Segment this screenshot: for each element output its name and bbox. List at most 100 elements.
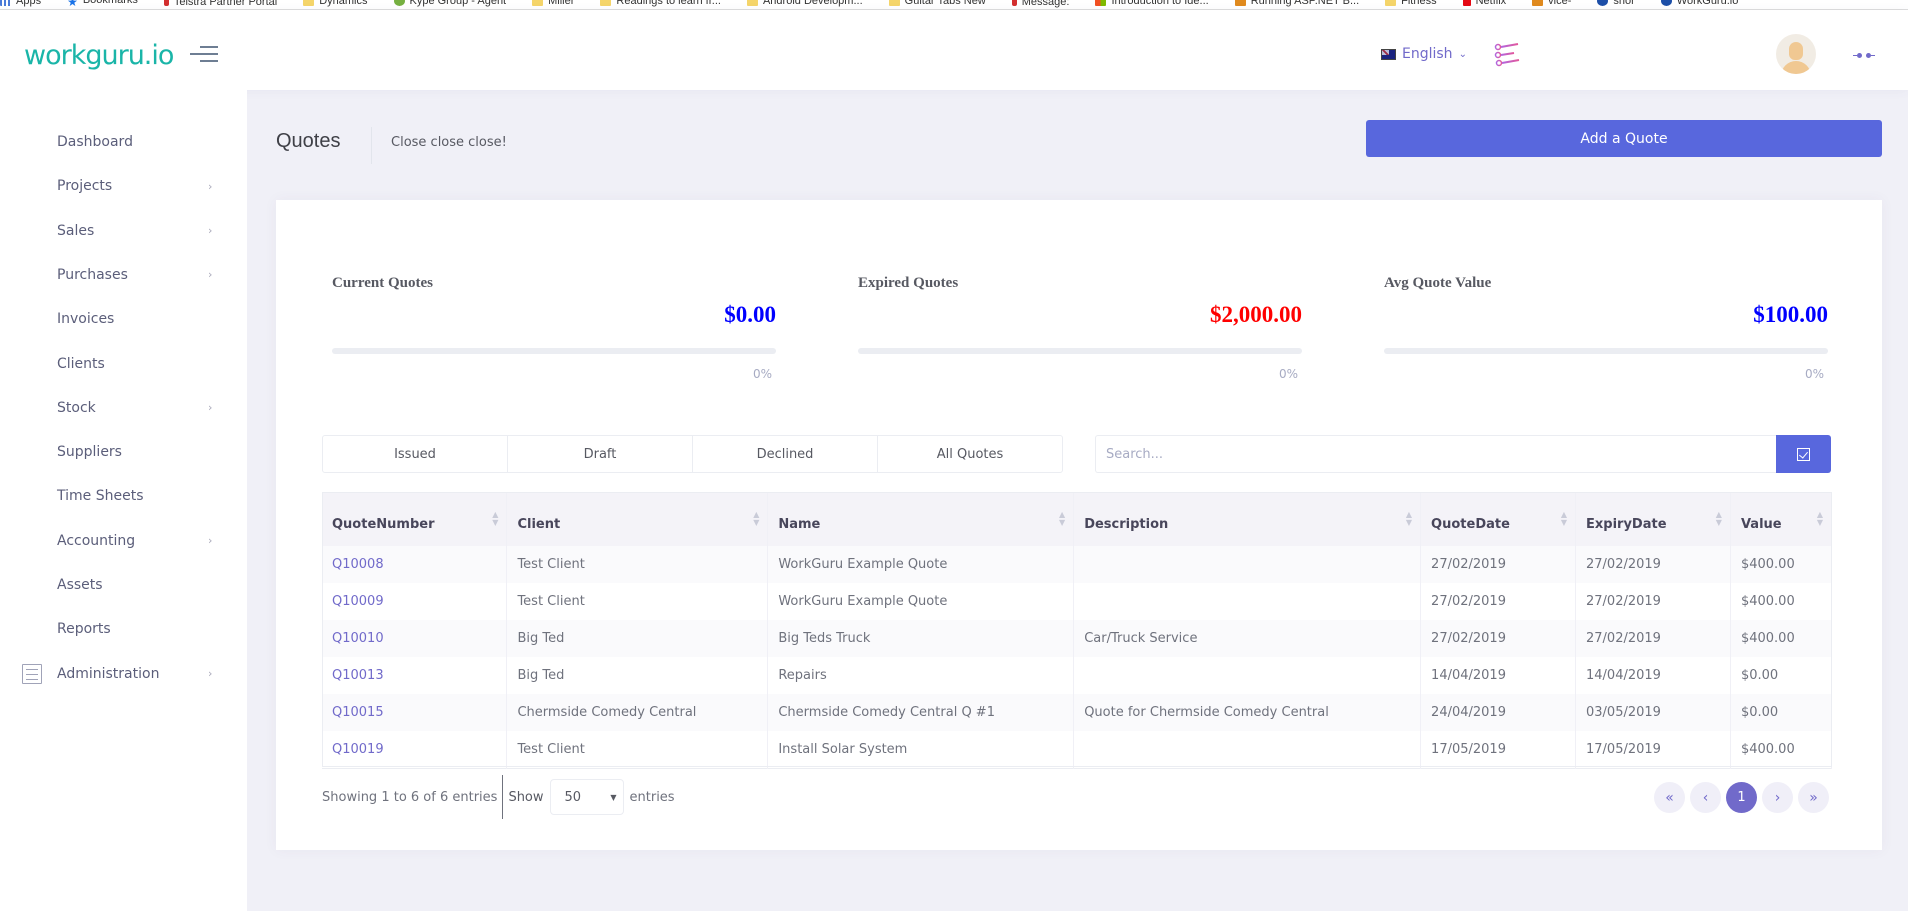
sort-icon: ▲ ▼ — [1405, 510, 1413, 527]
language-selector[interactable]: English ⌄ — [1381, 46, 1467, 62]
bookmark-item[interactable]: Running ASP.NET B... — [1234, 0, 1359, 7]
sidebar-item-label: Sales — [57, 222, 95, 239]
workguru-logo[interactable]: workguru.io — [24, 40, 174, 71]
sidebar-toggle-button[interactable] — [190, 46, 218, 64]
page-length-select[interactable]: 50 ▼ — [549, 779, 624, 815]
list-icon — [22, 663, 42, 684]
page-1-button[interactable]: 1 — [1726, 782, 1757, 813]
table-row[interactable]: Q10015 Chermside Comedy Central Chermside … — [322, 694, 1833, 731]
table-row[interactable]: Q10013 Big Ted Repairs 14/04/2019 14/04/2019… — [322, 657, 1833, 694]
bookmark-item[interactable]: Miller — [532, 0, 574, 7]
bookmark-item[interactable]: Fitness — [1385, 0, 1437, 7]
bookmark-item[interactable]: Guitar Tabs New — [888, 0, 986, 7]
quick-actions-icon[interactable] — [1494, 43, 1522, 69]
sidebar-item-clients[interactable]: Clients — [0, 346, 247, 382]
stat-progress-label: 0% — [1278, 367, 1298, 381]
table-cell-description — [1073, 583, 1422, 620]
folder-icon — [600, 0, 612, 6]
user-avatar[interactable] — [1776, 34, 1816, 74]
bookmark-item[interactable]: Apps — [0, 0, 41, 7]
chevron-right-icon: › — [208, 534, 213, 548]
bookmark-label: WorkGuru.io — [1676, 0, 1739, 7]
search-bar — [1095, 435, 1831, 473]
table-cell-value: $0.00 — [1730, 694, 1833, 731]
column-header-description[interactable]: Description ▲ ▼ — [1073, 492, 1422, 546]
table-cell-expirydate: 03/05/2019 — [1575, 694, 1731, 731]
bookmark-item[interactable]: Message: — [1011, 0, 1070, 8]
bookmark-item[interactable]: Telstra Partner Portal — [163, 0, 277, 8]
tab-draft[interactable]: Draft — [508, 436, 693, 472]
tab-declined[interactable]: Declined — [693, 436, 878, 472]
sidebar-item-accounting[interactable]: Accounting › — [0, 523, 247, 559]
bookmark-item[interactable]: Kype Group - Agent — [393, 0, 506, 7]
table-row[interactable]: Q10008 Test Client WorkGuru Example Quote 2… — [322, 546, 1833, 583]
bookmark-item[interactable]: Dynamics — [303, 0, 368, 7]
sidebar-item-time-sheets[interactable]: Time Sheets — [0, 478, 247, 514]
quote-number-link[interactable]: Q10019 — [322, 731, 508, 768]
sidebar-item-assets[interactable]: Assets — [0, 567, 247, 603]
table-row[interactable]: Q10019 Test Client Install Solar System 17/… — [322, 731, 1833, 768]
quote-number-link[interactable]: Q10008 — [322, 546, 508, 583]
bookmark-item[interactable]: WorkGuru.io — [1660, 0, 1739, 7]
sidebar-item-reports[interactable]: Reports — [0, 611, 247, 647]
add-quote-button[interactable]: Add a Quote — [1366, 120, 1882, 157]
bookmark-label: Apps — [16, 0, 42, 7]
tab-issued[interactable]: Issued — [323, 436, 508, 472]
first-page-button[interactable]: « — [1654, 782, 1685, 813]
bookmark-item[interactable]: Readings to learn fr... — [600, 0, 721, 7]
stat-progress-bar — [858, 348, 1302, 354]
sort-icon: ▲ ▼ — [1715, 510, 1722, 527]
quote-number-link[interactable]: Q10009 — [322, 583, 508, 620]
sidebar-item-projects[interactable]: Projects › — [0, 168, 247, 204]
sidebar-item-suppliers[interactable]: Suppliers — [0, 434, 247, 470]
bookmarks-bar: Apps ★ Bookmarks Telstra Partner Portal Dyna… — [0, 0, 1908, 10]
stat-value: $2,000.00 — [1210, 302, 1302, 327]
column-header-expirydate[interactable]: ExpiryDate ▲ ▼ — [1575, 492, 1731, 546]
column-header-quotenumber[interactable]: QuoteNumber ▲ ▼ — [322, 492, 508, 546]
column-header-client[interactable]: Client ▲ ▼ — [506, 492, 769, 546]
quote-number-link[interactable]: Q10015 — [322, 694, 508, 731]
search-input[interactable] — [1095, 435, 1776, 473]
table-cell-description — [1073, 546, 1422, 583]
table-row[interactable]: Q10009 Test Client WorkGuru Example Quote 2… — [322, 583, 1833, 620]
stat-value: $100.00 — [1753, 302, 1828, 327]
microsoft-icon — [1095, 0, 1107, 6]
bookmark-item[interactable]: vice- — [1532, 0, 1571, 7]
column-header-quotedate[interactable]: QuoteDate ▲ ▼ — [1420, 492, 1576, 546]
topbar-toggle-icon[interactable] — [1853, 50, 1875, 60]
bookmark-label: Message: — [1021, 0, 1070, 8]
sidebar-item-dashboard[interactable]: Dashboard — [0, 124, 247, 160]
chevron-right-icon: › — [208, 667, 213, 681]
language-label: English — [1402, 46, 1453, 62]
sidebar-item-stock[interactable]: Stock › — [0, 390, 247, 426]
table-cell-description: Quote for Chermside Comedy Central — [1073, 694, 1422, 731]
page-subtitle: Close close close! — [391, 135, 507, 150]
sidebar-item-sales[interactable]: Sales › — [0, 213, 247, 249]
table-info: Showing 1 to 6 of 6 entries Show 50 ▼ en… — [322, 775, 675, 819]
next-page-button[interactable]: › — [1762, 782, 1793, 813]
sidebar-item-purchases[interactable]: Purchases › — [0, 257, 247, 293]
table-cell-name: Chermside Comedy Central Q #1 — [767, 694, 1075, 731]
table-cell-description: Car/Truck Service — [1073, 620, 1422, 657]
tab-all-quotes[interactable]: All Quotes — [878, 436, 1062, 472]
prev-page-button[interactable]: ‹ — [1690, 782, 1721, 813]
quote-number-link[interactable]: Q10013 — [322, 657, 508, 694]
last-page-button[interactable]: » — [1798, 782, 1829, 813]
column-header-value[interactable]: Value ▲ ▼ — [1730, 492, 1833, 546]
apps-grid-icon — [0, 0, 11, 6]
sidebar-item-invoices[interactable]: Invoices — [0, 301, 247, 337]
sidebar-item-administration[interactable]: Administration › — [0, 656, 247, 692]
title-divider — [371, 127, 372, 164]
bookmark-item[interactable]: Netflix — [1462, 0, 1506, 7]
bookmark-item[interactable]: shor — [1597, 0, 1635, 7]
table-row[interactable]: Q10010 Big Ted Big Teds Truck Car/Truck Ser… — [322, 620, 1833, 657]
folder-icon — [746, 0, 758, 6]
column-header-label: Value — [1740, 516, 1782, 532]
bookmark-item[interactable]: Android Developm... — [746, 0, 863, 7]
quote-number-link[interactable]: Q10010 — [322, 620, 508, 657]
column-header-label: Description — [1084, 516, 1169, 532]
search-submit-button[interactable] — [1776, 435, 1831, 473]
bookmark-item[interactable]: ★ Bookmarks — [67, 0, 138, 9]
bookmark-item[interactable]: Introduction to Ide... — [1095, 0, 1209, 7]
column-header-name[interactable]: Name ▲ ▼ — [767, 492, 1075, 546]
